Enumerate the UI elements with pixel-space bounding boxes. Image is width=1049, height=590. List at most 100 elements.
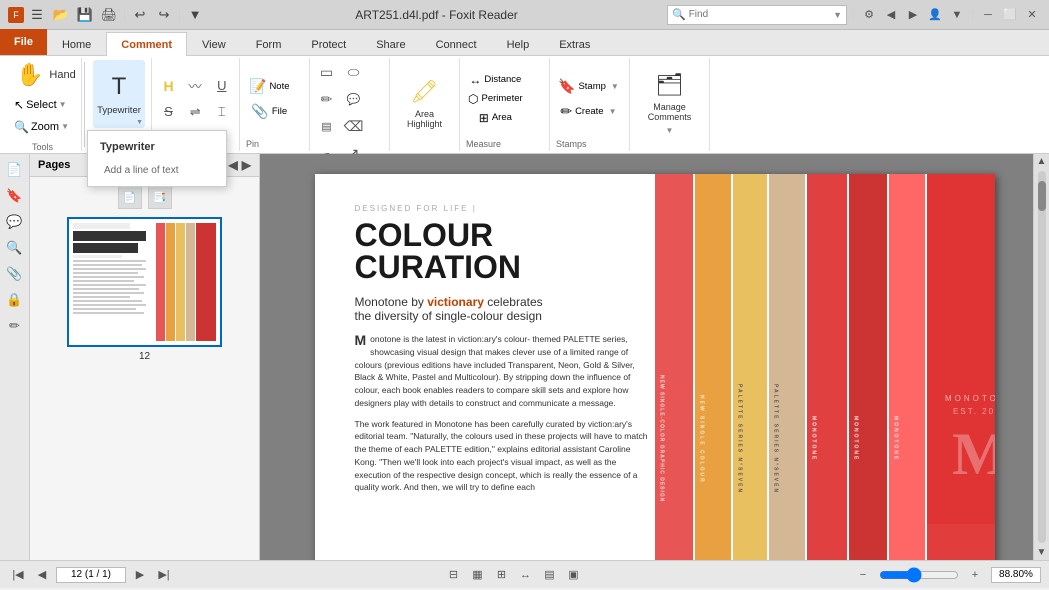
highlight-btn[interactable]: H — [157, 74, 181, 98]
next-view-btn[interactable]: ▶ — [904, 6, 922, 24]
tab-comment[interactable]: Comment — [106, 32, 187, 56]
prev-page-btn[interactable]: ◀ — [32, 566, 52, 584]
main-content: 📄 🔖 💬 🔍 📎 🔒 ✏ Pages ◀ ▶ 📄 📑 — [0, 154, 1049, 560]
zoom-dropdown-icon[interactable]: ▼ — [61, 122, 69, 131]
manage-comments-btn[interactable]: 🗂 ManageComments ▼ — [636, 70, 704, 138]
sidebar-bookmarks-icon[interactable]: 🔖 — [3, 184, 27, 208]
create-dropdown-icon[interactable]: ▼ — [609, 107, 617, 116]
fit-width-btn[interactable]: ↔ — [516, 566, 536, 584]
first-page-btn[interactable]: |◀ — [8, 566, 28, 584]
pencil-btn[interactable]: ✏ — [315, 87, 339, 111]
two-page-btn[interactable]: ▣ — [564, 566, 584, 584]
tab-file[interactable]: File — [0, 29, 47, 55]
panel-expand-icon[interactable]: ◀ — [229, 158, 238, 172]
tab-form[interactable]: Form — [241, 32, 297, 56]
close-btn[interactable]: ✕ — [1023, 6, 1041, 24]
next-page-btn[interactable]: ▶ — [130, 566, 150, 584]
restore-btn[interactable]: ⬜ — [1001, 6, 1019, 24]
sidebar-edit-icon[interactable]: ✏ — [3, 314, 27, 338]
insert-text-btn[interactable]: ⌶ — [210, 100, 234, 124]
tab-help[interactable]: Help — [492, 32, 545, 56]
search-dropdown-icon[interactable]: ▼ — [833, 10, 842, 20]
bookmark-icon-2[interactable]: 📑 — [148, 185, 172, 209]
user-btn[interactable]: 👤 — [926, 6, 944, 24]
view-mode-3[interactable]: ⊞ — [492, 566, 512, 584]
replace-text-btn[interactable]: ⇌ — [183, 100, 207, 124]
scroll-track[interactable] — [1038, 171, 1046, 543]
scroll-thumb[interactable] — [1038, 181, 1046, 211]
search-icon: 🔍 — [672, 8, 686, 21]
new-btn[interactable]: ☰ — [26, 4, 48, 26]
eraser-btn[interactable]: ⌫ — [342, 114, 366, 138]
print-btn[interactable]: 🖨 — [98, 4, 120, 26]
area-highlight-group: 🖍 AreaHighlight — [390, 58, 460, 151]
area-highlight-btn[interactable]: 🖍 AreaHighlight — [395, 70, 455, 138]
open-btn[interactable]: 📂 — [50, 4, 72, 26]
strikethrough-btn[interactable]: S — [157, 100, 181, 124]
file-btn[interactable]: 📎 File — [248, 102, 290, 121]
squiggly-btn[interactable]: 〰 — [183, 74, 207, 98]
search-bar[interactable]: 🔍 ▼ — [667, 5, 847, 25]
sidebar-pages-icon[interactable]: 📄 — [3, 158, 27, 182]
ribbon: ✋ Hand ↖ Select ▼ 🔍 Zoom ▼ Tools T Typew… — [0, 56, 1049, 154]
textbox-btn[interactable]: ▤ — [315, 114, 339, 138]
prev-view-btn[interactable]: ◀ — [882, 6, 900, 24]
view-mode-2[interactable]: ▦ — [468, 566, 488, 584]
dropdown-btn[interactable]: ▼ — [948, 6, 966, 24]
page-input[interactable] — [56, 567, 126, 583]
zoom-out-btn[interactable]: − — [853, 566, 873, 584]
undo-btn[interactable]: ↩ — [129, 4, 151, 26]
note-btn[interactable]: 📝 Note — [246, 77, 293, 96]
window-controls: 🔍 ▼ ⚙ ◀ ▶ 👤 ▼ ─ ⬜ ✕ — [667, 5, 1041, 25]
redo-btn[interactable]: ↪ — [153, 4, 175, 26]
area-btn[interactable]: ⊞ Area — [477, 110, 514, 126]
page-thumbnail[interactable] — [67, 217, 222, 347]
select-dropdown-icon[interactable]: ▼ — [59, 100, 67, 109]
tab-protect[interactable]: Protect — [296, 32, 361, 56]
distance-label: Distance — [484, 74, 521, 85]
stamp-dropdown-icon[interactable]: ▼ — [611, 82, 619, 91]
typewriter-menu-sub[interactable]: Add a line of text — [88, 159, 226, 182]
panel-menu-icon[interactable]: ▶ — [242, 158, 251, 172]
tab-extras[interactable]: Extras — [544, 32, 605, 56]
sidebar-security-icon[interactable]: 🔒 — [3, 288, 27, 312]
zoom-in-btn[interactable]: + — [965, 566, 985, 584]
search-input[interactable] — [689, 9, 830, 20]
stamp-btn[interactable]: 🔖 Stamp ▼ — [556, 77, 621, 96]
view-mode-1[interactable]: ⊟ — [444, 566, 464, 584]
oval-btn[interactable]: ⬭ — [342, 60, 366, 84]
distance-btn[interactable]: ↔ Distance — [467, 72, 523, 88]
underline-btn[interactable]: U — [210, 74, 234, 98]
sidebar-search-icon[interactable]: 🔍 — [3, 236, 27, 260]
last-page-btn[interactable]: ▶| — [154, 566, 174, 584]
more-btn[interactable]: ▼ — [184, 4, 206, 26]
zoom-input[interactable] — [991, 567, 1041, 583]
right-scrollbar[interactable]: ▲ ▼ — [1033, 154, 1049, 560]
zoom-btn[interactable]: 🔍 Zoom ▼ — [10, 118, 73, 136]
hand-tool-btn[interactable]: ✋ Hand — [10, 58, 78, 92]
sidebar-attachments-icon[interactable]: 📎 — [3, 262, 27, 286]
sidebar-comments-icon[interactable]: 💬 — [3, 210, 27, 234]
settings-btn[interactable]: ⚙ — [860, 6, 878, 24]
manage-dropdown-icon[interactable]: ▼ — [666, 126, 674, 135]
select-btn[interactable]: ↖ Select ▼ — [10, 96, 71, 114]
perimeter-btn[interactable]: ⬡ Perimeter — [466, 91, 525, 107]
save-btn[interactable]: 💾 — [74, 4, 96, 26]
tab-share[interactable]: Share — [361, 32, 420, 56]
tab-view[interactable]: View — [187, 32, 241, 56]
bookmark-icon-1[interactable]: 📄 — [118, 185, 142, 209]
typewriter-btn[interactable]: T Typewriter ▼ — [93, 60, 145, 128]
tab-home[interactable]: Home — [47, 32, 106, 56]
tab-connect[interactable]: Connect — [421, 32, 492, 56]
pdf-area[interactable]: DESIGNED FOR LIFE | COLOURCURATION Monot… — [260, 154, 1049, 560]
typewriter-dropdown-icon[interactable]: ▼ — [136, 119, 143, 126]
typewriter-menu-header[interactable]: Typewriter — [88, 135, 226, 159]
minimize-btn[interactable]: ─ — [979, 6, 997, 24]
callout-btn[interactable]: 💬 — [342, 87, 366, 111]
continuous-btn[interactable]: ▤ — [540, 566, 560, 584]
zoom-slider[interactable] — [879, 567, 959, 583]
create-btn[interactable]: ✏ Create ▼ — [558, 102, 618, 121]
scroll-down-btn[interactable]: ▼ — [1035, 545, 1049, 560]
rectangle-btn[interactable]: ▭ — [315, 60, 339, 84]
scroll-up-btn[interactable]: ▲ — [1035, 154, 1049, 169]
